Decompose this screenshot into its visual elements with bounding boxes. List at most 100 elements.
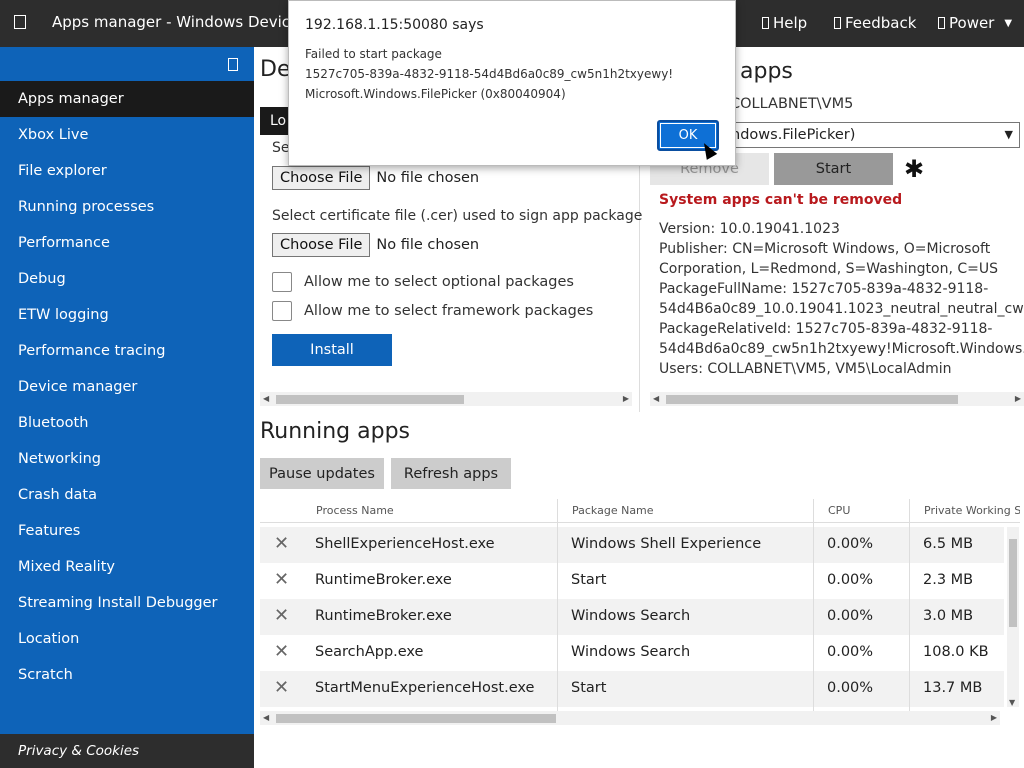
start-button[interactable]: Start xyxy=(774,153,893,185)
power-menu[interactable]: Power ▼ xyxy=(938,14,1012,32)
sidebar-item-device-manager[interactable]: Device manager xyxy=(0,369,254,405)
sidebar-item-streaming-install-debugger[interactable]: Streaming Install Debugger xyxy=(0,585,254,621)
pause-updates-button[interactable]: Pause updates xyxy=(260,458,384,489)
feedback-link[interactable]: Feedback xyxy=(834,14,916,32)
select-package-label: Se xyxy=(272,140,290,156)
pin-icon[interactable] xyxy=(228,58,238,71)
optional-packages-checkbox[interactable] xyxy=(272,272,292,292)
sidebar-item-performance[interactable]: Performance xyxy=(0,225,254,261)
sidebar-nav: Apps manager Xbox Live File explorer Run… xyxy=(0,81,254,693)
memory-cell: 6.5 MB xyxy=(923,536,974,552)
scroll-right-icon[interactable]: ▶ xyxy=(991,711,997,725)
close-icon[interactable]: ✕ xyxy=(274,605,289,626)
memory-cell: 108.0 KB xyxy=(923,644,989,660)
table-row: ✕ RuntimeBroker.exe Windows Search 0.00%… xyxy=(260,599,1004,635)
cpu-cell: 0.00% xyxy=(827,608,874,624)
help-label: Help xyxy=(773,14,808,32)
chevron-down-icon: ▼ xyxy=(1004,128,1013,141)
power-label: Power xyxy=(949,14,995,32)
sidebar-item-xbox-live[interactable]: Xbox Live xyxy=(0,117,254,153)
sidebar-item-debug[interactable]: Debug xyxy=(0,261,254,297)
menu-icon[interactable] xyxy=(14,15,26,29)
close-icon[interactable]: ✕ xyxy=(274,533,289,554)
scroll-thumb[interactable] xyxy=(276,395,464,404)
install-button[interactable]: Install xyxy=(272,334,392,366)
deploy-horizontal-scrollbar[interactable]: ◀ ▶ xyxy=(260,392,632,406)
process-name-cell: RuntimeBroker.exe xyxy=(315,572,452,588)
feedback-icon xyxy=(834,17,841,29)
scroll-left-icon[interactable]: ◀ xyxy=(263,392,269,406)
running-apps-heading: Running apps xyxy=(260,419,411,444)
package-name-cell: Start xyxy=(571,572,607,588)
sidebar-item-location[interactable]: Location xyxy=(0,621,254,657)
sidebar-item-apps-manager[interactable]: Apps manager xyxy=(0,81,254,117)
close-icon[interactable]: ✕ xyxy=(274,641,289,662)
column-divider xyxy=(909,499,910,711)
running-apps-table: Process Name Package Name CPU Private Wo… xyxy=(260,499,1020,711)
table-vertical-scrollbar[interactable]: ▼ xyxy=(1007,527,1019,707)
choose-package-file-button[interactable]: Choose File xyxy=(272,166,371,190)
scroll-thumb[interactable] xyxy=(1009,539,1017,627)
memory-cell: 13.7 MB xyxy=(923,680,983,696)
close-icon[interactable]: ✕ xyxy=(274,677,289,698)
sidebar-item-file-explorer[interactable]: File explorer xyxy=(0,153,254,189)
sidebar-item-bluetooth[interactable]: Bluetooth xyxy=(0,405,254,441)
optional-packages-row: Allow me to select optional packages xyxy=(272,272,574,292)
sidebar-item-networking[interactable]: Networking xyxy=(0,441,254,477)
loading-spinner-icon: ✱ xyxy=(904,155,925,183)
dialog-origin: 192.168.1.15:50080 says xyxy=(305,17,484,33)
table-row: ✕ ShellExperienceHost.exe Windows Shell … xyxy=(260,527,1004,563)
privacy-cookies-link[interactable]: Privacy & Cookies xyxy=(0,734,254,768)
column-package-name[interactable]: Package Name xyxy=(572,504,654,517)
sidebar-item-features[interactable]: Features xyxy=(0,513,254,549)
window-title: Apps manager - Windows Device Portal xyxy=(52,13,292,31)
scroll-right-icon[interactable]: ▶ xyxy=(623,392,629,406)
help-icon xyxy=(762,17,769,29)
app-info-publisher: Publisher: CN=Microsoft Windows, O=Micro… xyxy=(659,241,991,257)
package-name-cell: Windows Shell Experience xyxy=(571,536,762,552)
app-info-relative-id-cont: 54d4Bd6a0c89_cw5n1h2txyewy!Microsoft.Win… xyxy=(659,341,1024,357)
package-file-row: Choose File No file chosen xyxy=(272,166,479,190)
process-name-cell: StartMenuExperienceHost.exe xyxy=(315,680,535,696)
table-horizontal-scrollbar[interactable]: ◀ ▶ xyxy=(260,711,1000,725)
deploy-heading: De xyxy=(260,57,291,82)
close-icon[interactable]: ✕ xyxy=(274,569,289,590)
app-select[interactable]: indows.FilePicker) ▼ xyxy=(716,122,1020,148)
sidebar-item-mixed-reality[interactable]: Mixed Reality xyxy=(0,549,254,585)
power-icon xyxy=(938,17,945,29)
sidebar: Apps manager Xbox Live File explorer Run… xyxy=(0,47,254,768)
sidebar-item-running-processes[interactable]: Running processes xyxy=(0,189,254,225)
scroll-right-icon[interactable]: ▶ xyxy=(1015,392,1021,406)
refresh-apps-button[interactable]: Refresh apps xyxy=(391,458,511,489)
app-info-users: Users: COLLABNET\VM5, VM5\LocalAdmin xyxy=(659,361,952,377)
sidebar-item-scratch[interactable]: Scratch xyxy=(0,657,254,693)
sidebar-item-etw-logging[interactable]: ETW logging xyxy=(0,297,254,333)
scroll-down-icon[interactable]: ▼ xyxy=(1009,698,1015,707)
certificate-file-status: No file chosen xyxy=(376,237,480,253)
sidebar-item-performance-tracing[interactable]: Performance tracing xyxy=(0,333,254,369)
cpu-cell: 0.00% xyxy=(827,680,874,696)
column-private-working-set[interactable]: Private Working Set xyxy=(924,504,1020,517)
cpu-cell: 0.00% xyxy=(827,536,874,552)
table-row: ✕ RuntimeBroker.exe Start 0.00% 2.3 MB xyxy=(260,563,1004,599)
scroll-left-icon[interactable]: ◀ xyxy=(263,711,269,725)
sidebar-item-crash-data[interactable]: Crash data xyxy=(0,477,254,513)
package-name-cell: Start xyxy=(571,680,607,696)
scroll-thumb[interactable] xyxy=(276,714,556,723)
installed-apps-heading: apps xyxy=(740,59,793,84)
cpu-cell: 0.00% xyxy=(827,644,874,660)
choose-certificate-file-button[interactable]: Choose File xyxy=(272,233,371,257)
feedback-label: Feedback xyxy=(845,14,917,32)
process-name-cell: ShellExperienceHost.exe xyxy=(315,536,495,552)
installed-horizontal-scrollbar[interactable]: ◀ ▶ xyxy=(650,392,1024,406)
framework-packages-row: Allow me to select framework packages xyxy=(272,301,593,321)
column-process-name[interactable]: Process Name xyxy=(316,504,394,517)
scroll-thumb[interactable] xyxy=(666,395,958,404)
scroll-left-icon[interactable]: ◀ xyxy=(653,392,659,406)
dialog-message-line-1: Failed to start package xyxy=(305,47,442,61)
app-info-relative-id: PackageRelativeId: 1527c705-839a-4832-91… xyxy=(659,321,993,337)
alert-dialog: 192.168.1.15:50080 says Failed to start … xyxy=(288,0,736,166)
framework-packages-checkbox[interactable] xyxy=(272,301,292,321)
help-link[interactable]: Help xyxy=(762,14,807,32)
column-cpu[interactable]: CPU xyxy=(828,504,850,517)
